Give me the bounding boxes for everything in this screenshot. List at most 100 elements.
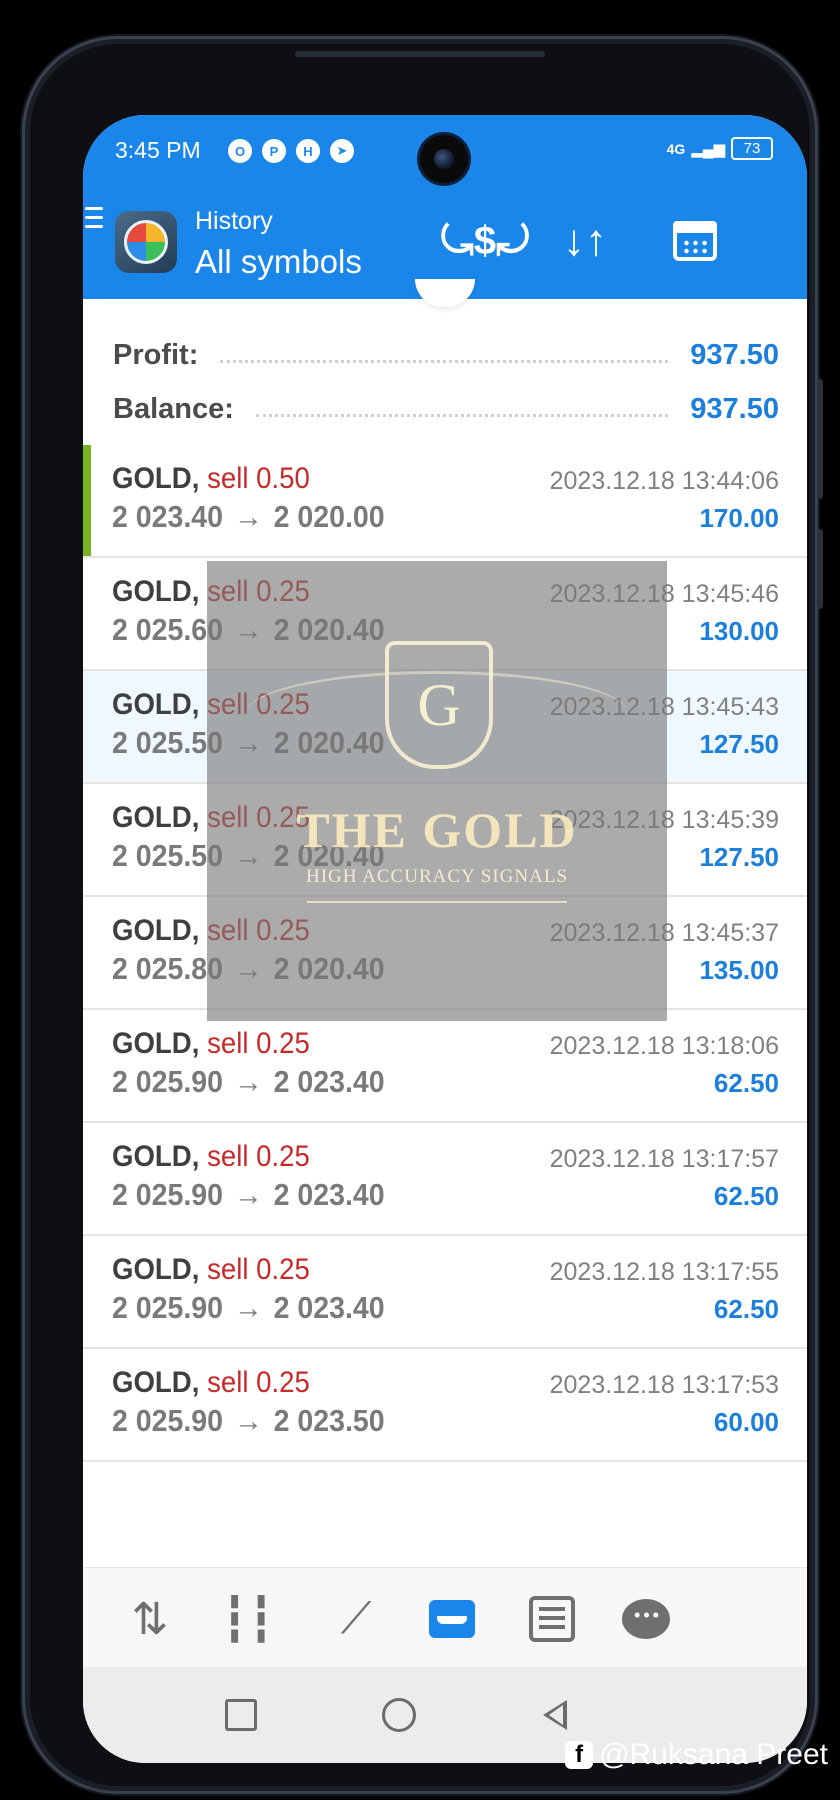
leader-dots: [255, 413, 669, 417]
balance-label: Balance:: [113, 392, 234, 425]
news-icon[interactable]: [523, 1590, 581, 1648]
notification-icon: H: [296, 139, 320, 163]
deal-row[interactable]: GOLD, sell 0.50 2 023.40 → 2 020.00 2023.1…: [83, 445, 807, 558]
calendar-icon[interactable]: [665, 211, 725, 271]
deal-type: sell 0.50: [207, 462, 310, 495]
page-title[interactable]: All symbols: [195, 243, 362, 281]
power-button: [817, 529, 823, 609]
deal-row[interactable]: GOLD, sell 0.25 2 025.50 → 2 020.40 2023.1…: [83, 671, 807, 784]
deal-row[interactable]: GOLD, sell 0.25 2 025.90 → 2 023.40 2023.1…: [83, 1123, 807, 1236]
deal-profit: 130.00: [699, 616, 779, 646]
arrow-icon: →: [234, 499, 263, 534]
chart-icon[interactable]: ┇┇: [219, 1590, 277, 1648]
deal-type: sell 0.25: [207, 801, 310, 834]
deal-type: sell 0.25: [207, 1140, 310, 1173]
volume-button: [817, 379, 823, 499]
home-button[interactable]: [379, 1695, 419, 1735]
deal-open-price: 2 025.80: [112, 951, 224, 986]
deal-time: 2023.12.18 13:45:43: [549, 693, 779, 721]
deal-row[interactable]: GOLD, sell 0.25 2 025.90 → 2 023.40 2023.1…: [83, 1010, 807, 1123]
deal-row[interactable]: GOLD, sell 0.25 2 025.80 → 2 020.40 2023.1…: [83, 897, 807, 1010]
trade-icon[interactable]: ⟋: [327, 1590, 385, 1648]
status-time: 3:45 PM: [115, 137, 201, 163]
deal-symbol: GOLD,: [112, 688, 200, 721]
pull-handle[interactable]: [415, 279, 475, 307]
deal-type: sell 0.25: [207, 914, 310, 947]
deal-time: 2023.12.18 13:18:06: [549, 1032, 779, 1060]
arrow-icon: →: [234, 612, 263, 647]
summary-panel: Profit: 937.50 Balance: 937.50: [83, 279, 807, 447]
deal-row[interactable]: GOLD, sell 0.25 2 025.60 → 2 020.40 2023.1…: [83, 558, 807, 671]
deal-time: 2023.12.18 13:44:06: [549, 467, 779, 495]
deal-profit: 127.50: [699, 729, 779, 759]
deal-time: 2023.12.18 13:17:55: [549, 1258, 779, 1286]
notification-icon: O: [228, 139, 252, 163]
deal-row[interactable]: GOLD, sell 0.25 2 025.90 → 2 023.40 2023.1…: [83, 1236, 807, 1349]
deal-type: sell 0.25: [207, 1366, 310, 1399]
arrow-icon: →: [234, 951, 263, 986]
deal-open-price: 2 025.60: [112, 612, 224, 647]
notification-icon: ➤: [330, 139, 354, 163]
deal-symbol: GOLD,: [112, 801, 200, 834]
profit-value: 937.50: [690, 338, 779, 371]
balance-operations-icon[interactable]: ⤿$⤾: [441, 211, 530, 271]
deal-close-price: 2 020.40: [273, 612, 385, 647]
deal-symbol: GOLD,: [112, 914, 200, 947]
signal-icon: ▂▄▆: [691, 140, 725, 158]
arrow-icon: →: [234, 725, 263, 760]
deal-close-price: 2 020.40: [273, 725, 385, 760]
quotes-icon[interactable]: ⇅: [121, 1590, 179, 1648]
deal-time: 2023.12.18 13:45:46: [549, 580, 779, 608]
front-camera: [420, 135, 468, 183]
sort-icon[interactable]: ↓↑: [555, 211, 615, 271]
arrow-icon: →: [234, 1177, 263, 1212]
arrow-icon: →: [234, 1064, 263, 1099]
menu-icon[interactable]: [85, 207, 103, 234]
battery-icon: 73: [731, 137, 773, 160]
deal-time: 2023.12.18 13:17:57: [549, 1145, 779, 1173]
deal-type: sell 0.25: [207, 688, 310, 721]
deal-open-price: 2 025.90: [112, 1290, 224, 1325]
notification-icon: P: [262, 139, 286, 163]
deal-symbol: GOLD,: [112, 1253, 200, 1286]
deal-close-price: 2 020.40: [273, 951, 385, 986]
deal-profit: 60.00: [713, 1407, 779, 1437]
arrow-icon: →: [234, 838, 263, 873]
deal-symbol: GOLD,: [112, 462, 200, 495]
history-icon[interactable]: [423, 1590, 481, 1648]
page-subtitle: History: [195, 207, 273, 235]
deal-close-price: 2 023.50: [273, 1403, 385, 1438]
deal-profit: 127.50: [699, 842, 779, 872]
deal-type: sell 0.25: [207, 1027, 310, 1060]
profit-label: Profit:: [113, 338, 199, 371]
deal-symbol: GOLD,: [112, 1027, 200, 1060]
back-button[interactable]: [535, 1695, 575, 1735]
deal-type: sell 0.25: [207, 1253, 310, 1286]
deal-profit: 62.50: [713, 1181, 779, 1211]
status-notification-icons: O P H ➤: [228, 139, 354, 163]
app-logo: [115, 211, 177, 273]
deal-close-price: 2 023.40: [273, 1177, 385, 1212]
arrow-icon: →: [234, 1403, 263, 1438]
deal-profit: 135.00: [699, 955, 779, 985]
deal-open-price: 2 025.50: [112, 725, 224, 760]
messages-icon[interactable]: [617, 1590, 675, 1648]
leader-dots: [220, 359, 669, 363]
facebook-icon: f: [565, 1741, 594, 1769]
deals-list: GOLD, sell 0.50 2 023.40 → 2 020.00 2023.1…: [83, 445, 807, 1462]
recents-button[interactable]: [221, 1695, 261, 1735]
balance-row: Balance: 937.50: [113, 389, 779, 429]
screen: 3:45 PM O P H ➤ 4G ▂▄▆ 73 History All sy…: [83, 115, 807, 1763]
deal-open-price: 2 025.90: [112, 1403, 224, 1438]
deal-time: 2023.12.18 13:45:37: [549, 919, 779, 947]
bottom-nav: ⇅ ┇┇ ⟋: [83, 1567, 807, 1668]
deal-row[interactable]: GOLD, sell 0.25 2 025.50 → 2 020.40 2023.1…: [83, 784, 807, 897]
deal-close-price: 2 023.40: [273, 1064, 385, 1099]
deal-row[interactable]: GOLD, sell 0.25 2 025.90 → 2 023.50 2023.1…: [83, 1349, 807, 1462]
deal-open-price: 2 023.40: [112, 499, 224, 534]
earpiece-slot: [295, 51, 545, 57]
deal-open-price: 2 025.90: [112, 1177, 224, 1212]
credit-watermark: f @Ruksana Preet: [565, 1738, 828, 1772]
deal-profit: 170.00: [699, 503, 779, 533]
deal-close-price: 2 020.00: [273, 499, 385, 534]
